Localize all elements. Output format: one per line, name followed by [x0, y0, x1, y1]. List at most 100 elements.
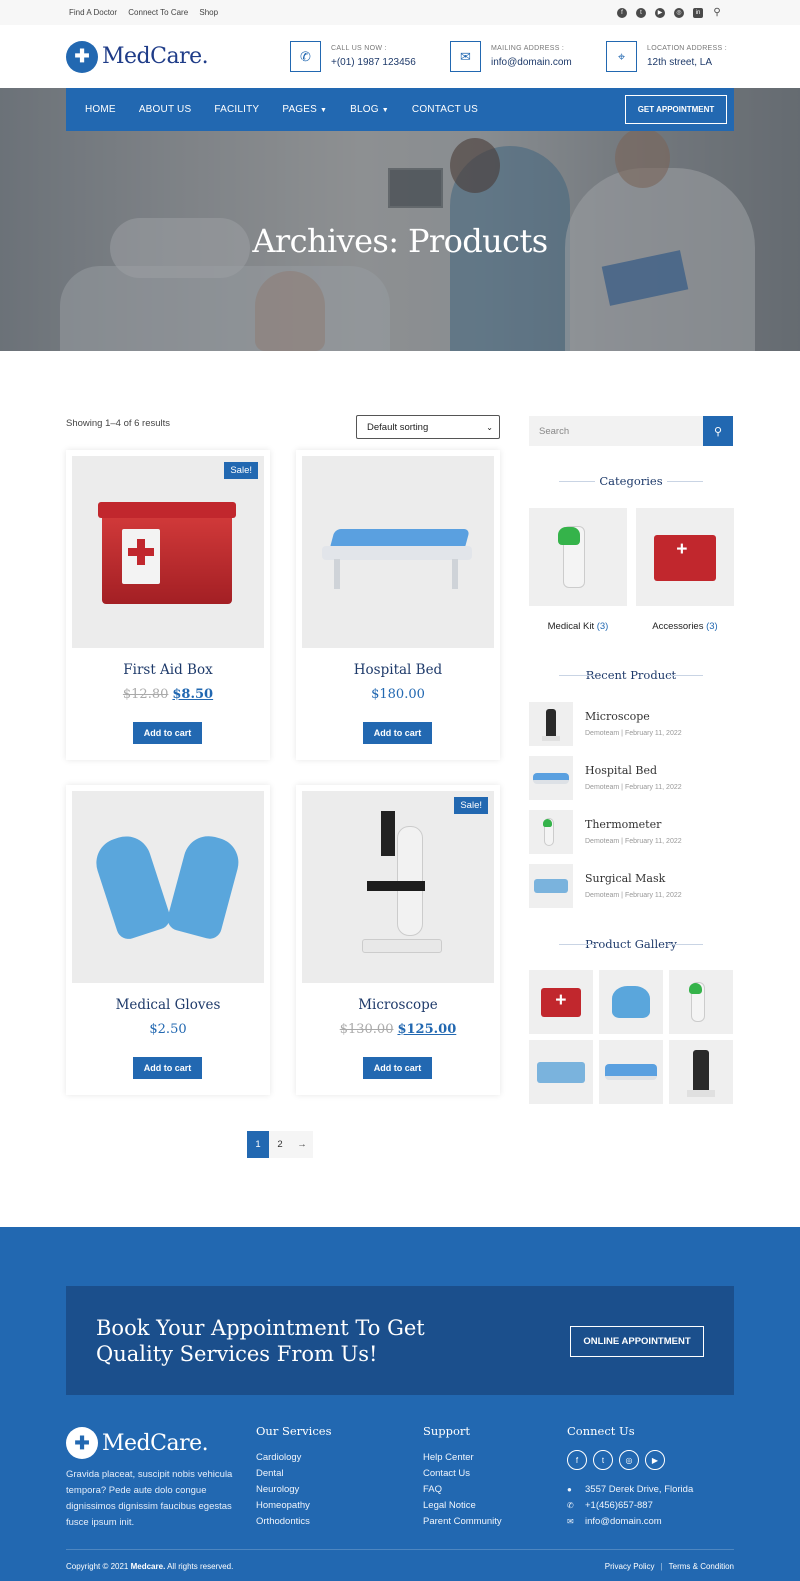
add-to-cart-button[interactable]: Add to cart: [133, 1057, 202, 1079]
footer-link[interactable]: Dental: [256, 1466, 332, 1482]
footer-phone-text[interactable]: +1(456)657-887: [585, 1498, 653, 1514]
logo[interactable]: ✚ MedCare.: [66, 40, 209, 73]
product-name[interactable]: Microscope: [296, 997, 500, 1013]
search-icon[interactable]: ⚲: [712, 7, 722, 18]
footer-link[interactable]: Contact Us: [423, 1466, 502, 1482]
youtube-icon[interactable]: ▶: [645, 1450, 665, 1470]
footer-link[interactable]: Neurology: [256, 1482, 332, 1498]
call-info: ✆ CALL US NOW : +(01) 1987 123456: [290, 41, 416, 72]
product-image[interactable]: [302, 456, 494, 648]
add-to-cart-button[interactable]: Add to cart: [363, 722, 432, 744]
page-1[interactable]: 1: [247, 1131, 269, 1158]
recent-product-thumb[interactable]: [529, 702, 573, 746]
footer-link[interactable]: FAQ: [423, 1482, 502, 1498]
top-link-shop[interactable]: Shop: [199, 8, 218, 17]
footer-link[interactable]: Orthodontics: [256, 1514, 332, 1530]
mail-label: MAILING ADDRESS :: [491, 45, 565, 52]
map-pin-icon: ●: [567, 1485, 572, 1494]
top-link-find-doctor[interactable]: Find A Doctor: [69, 8, 117, 17]
recent-product-title: Recent Product: [529, 668, 733, 682]
recent-product-item[interactable]: Thermometer Demoteam | February 11, 2022: [529, 810, 733, 854]
footer-link[interactable]: Homeopathy: [256, 1498, 332, 1514]
terms-link[interactable]: Terms & Condition: [669, 1562, 734, 1571]
get-appointment-button[interactable]: GET APPOINTMENT: [625, 95, 727, 124]
search-button[interactable]: ⚲: [703, 416, 733, 446]
footer-link[interactable]: Help Center: [423, 1450, 502, 1466]
privacy-policy-link[interactable]: Privacy Policy: [605, 1562, 655, 1571]
linkedin-icon[interactable]: in: [693, 7, 703, 18]
product-image[interactable]: Sale!: [72, 456, 264, 648]
add-to-cart-button[interactable]: Add to cart: [133, 722, 202, 744]
nav-facility[interactable]: FACILITY: [214, 104, 259, 115]
recent-product-item[interactable]: Hospital Bed Demoteam | February 11, 202…: [529, 756, 733, 800]
category-accessories-image[interactable]: [636, 508, 734, 606]
instagram-icon[interactable]: ◎: [619, 1450, 639, 1470]
footer-link[interactable]: Cardiology: [256, 1450, 332, 1466]
product-name[interactable]: First Aid Box: [66, 662, 270, 678]
recent-product-meta: Demoteam | February 11, 2022: [585, 892, 682, 899]
recent-product-thumb[interactable]: [529, 864, 573, 908]
twitter-icon[interactable]: t: [593, 1450, 613, 1470]
recent-product-thumb[interactable]: [529, 756, 573, 800]
gallery-item[interactable]: [669, 1040, 733, 1104]
mail-value[interactable]: info@domain.com: [491, 57, 572, 68]
footer-support: Support Help Center Contact Us FAQ Legal…: [423, 1424, 502, 1530]
top-link-connect-care[interactable]: Connect To Care: [128, 8, 188, 17]
facebook-icon[interactable]: f: [567, 1450, 587, 1470]
search-input[interactable]: Search: [529, 426, 703, 437]
product-card[interactable]: Sale! Microscope $130.00 $125.00 Add to c…: [296, 785, 500, 1095]
product-card[interactable]: Sale! First Aid Box $12.80 $8.50 Add to c…: [66, 450, 270, 760]
copyright: Copyright © 2021 Medcare. All rights res…: [66, 1562, 233, 1571]
main-nav: HOME ABOUT US FACILITY PAGES ▼ BLOG ▼ CONT…: [66, 88, 734, 131]
footer-bottom: Copyright © 2021 Medcare. All rights res…: [66, 1549, 734, 1571]
page-2[interactable]: 2: [269, 1131, 291, 1158]
glove-left-image: [89, 829, 174, 943]
footer-connect-title: Connect Us: [567, 1424, 635, 1438]
twitter-icon[interactable]: t: [636, 7, 646, 18]
category-name: Accessories: [652, 621, 704, 632]
online-appointment-button[interactable]: ONLINE APPOINTMENT: [570, 1326, 704, 1357]
category-accessories[interactable]: Accessories (3): [636, 621, 734, 632]
footer-link[interactable]: Legal Notice: [423, 1498, 502, 1514]
recent-product-title[interactable]: Thermometer: [585, 818, 661, 831]
gallery-item[interactable]: [599, 970, 663, 1034]
footer-email-text[interactable]: info@domain.com: [585, 1514, 662, 1530]
footer-support-title: Support: [423, 1424, 471, 1438]
results-count: Showing 1–4 of 6 results: [66, 418, 171, 429]
recent-product-item[interactable]: Surgical Mask Demoteam | February 11, 20…: [529, 864, 733, 908]
gallery-item[interactable]: [529, 970, 593, 1034]
categories-title: Categories: [529, 474, 733, 488]
product-name[interactable]: Medical Gloves: [66, 997, 270, 1013]
footer-link[interactable]: Parent Community: [423, 1514, 502, 1530]
nav-pages[interactable]: PAGES ▼: [282, 104, 327, 115]
instagram-icon[interactable]: ◎: [674, 7, 684, 18]
facebook-icon[interactable]: f: [617, 7, 627, 18]
sort-select[interactable]: Default sorting ⌄: [356, 415, 500, 439]
next-page-arrow[interactable]: →: [291, 1131, 313, 1158]
product-card[interactable]: Medical Gloves $2.50 Add to cart: [66, 785, 270, 1095]
gallery-item[interactable]: [529, 1040, 593, 1104]
youtube-icon[interactable]: ▶: [655, 7, 665, 18]
old-price: $130.00: [339, 1022, 394, 1037]
nav-about[interactable]: ABOUT US: [139, 104, 192, 115]
category-medical-kit[interactable]: Medical Kit (3): [529, 621, 627, 632]
nav-blog[interactable]: BLOG ▼: [350, 104, 389, 115]
product-name[interactable]: Hospital Bed: [296, 662, 500, 678]
gallery-item[interactable]: [669, 970, 733, 1034]
recent-product-item[interactable]: Microscope Demoteam | February 11, 2022: [529, 702, 733, 746]
nav-home[interactable]: HOME: [85, 104, 116, 115]
product-image[interactable]: Sale!: [302, 791, 494, 983]
footer-logo[interactable]: ✚ MedCare.: [66, 1427, 209, 1459]
recent-product-title[interactable]: Surgical Mask: [585, 872, 665, 885]
product-image[interactable]: [72, 791, 264, 983]
add-to-cart-button[interactable]: Add to cart: [363, 1057, 432, 1079]
category-medical-kit-image[interactable]: [529, 508, 627, 606]
envelope-icon: ✉: [450, 41, 481, 72]
recent-product-title[interactable]: Microscope: [585, 710, 650, 723]
call-value[interactable]: +(01) 1987 123456: [331, 57, 416, 68]
product-card[interactable]: Hospital Bed $180.00 Add to cart: [296, 450, 500, 760]
recent-product-title[interactable]: Hospital Bed: [585, 764, 657, 777]
nav-contact[interactable]: CONTACT US: [412, 104, 478, 115]
recent-product-thumb[interactable]: [529, 810, 573, 854]
gallery-item[interactable]: [599, 1040, 663, 1104]
